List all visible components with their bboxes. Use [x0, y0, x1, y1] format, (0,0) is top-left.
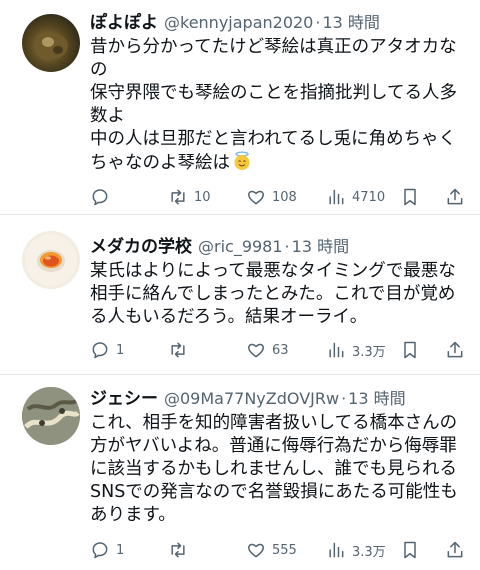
tweet-text-line: あります。: [90, 505, 176, 525]
tweet-text-line: 某氏はよりによって最悪なタイミングで最悪な: [90, 261, 456, 281]
tweet-text: これ、相手を知的障害者扱いしてる橋本さんの 方がヤバいよね。普通に侮辱行為だから…: [90, 412, 468, 527]
retweet-button[interactable]: [168, 338, 194, 362]
bookmark-icon: [404, 341, 416, 359]
share-icon: [447, 341, 463, 358]
share-icon: [447, 188, 463, 205]
timestamp[interactable]: 13 時間: [322, 9, 379, 33]
bookmark-button[interactable]: [400, 185, 420, 209]
views-button[interactable]: 3.3万: [326, 538, 386, 562]
bookmark-button[interactable]: [400, 538, 420, 562]
like-button[interactable]: 108: [246, 185, 297, 209]
bookmark-icon: [404, 188, 416, 206]
action-bar: 1 555 3.3万: [90, 538, 468, 562]
retweet-icon: [171, 342, 185, 358]
heart-icon: [247, 190, 265, 205]
like-button[interactable]: 555: [246, 538, 297, 562]
like-count: 108: [272, 189, 297, 205]
heart-icon: [247, 343, 265, 358]
reply-button[interactable]: [90, 185, 116, 209]
timestamp[interactable]: 13 時間: [292, 233, 349, 257]
reply-icon: [92, 189, 108, 206]
share-button[interactable]: [445, 338, 465, 362]
user-handle[interactable]: @kennyjapan2020: [164, 13, 313, 32]
user-handle[interactable]: @09Ma77NyZdOVJRw: [164, 389, 339, 408]
avatar[interactable]: [22, 231, 80, 289]
action-bar: 1 63 3.3万: [90, 338, 468, 362]
separator-dot: ·: [315, 13, 321, 32]
tweet-text-line: 昔から分かってたけど琴絵は真正のアタオカな: [90, 37, 457, 57]
avatar[interactable]: [22, 387, 80, 445]
share-button[interactable]: [445, 538, 465, 562]
reply-icon: [92, 342, 108, 359]
tweet-text-line: 方がヤバいよね。普通に侮辱行為だから侮辱罪: [90, 436, 457, 456]
heart-icon: [247, 543, 265, 558]
bookmark-button[interactable]: [400, 338, 420, 362]
display-name[interactable]: ジェシー: [90, 384, 158, 409]
display-name[interactable]: ぽよぽよ: [90, 8, 158, 33]
reply-button[interactable]: 1: [90, 338, 124, 362]
avatar[interactable]: [22, 14, 80, 72]
user-handle[interactable]: @ric_9981: [198, 237, 283, 256]
reply-icon: [92, 542, 108, 559]
bar-chart-icon: [329, 542, 344, 558]
bar-chart-icon: [329, 342, 344, 358]
tweet-1[interactable]: ぽよぽよ @kennyjapan2020 · 13 時間 昔から分かってたけど琴…: [0, 0, 480, 215]
retweet-icon: [171, 542, 185, 558]
tweet-text-line: 保守界隈でも琴絵のことを指摘批判してる人多: [90, 83, 457, 103]
tweet-text: 昔から分かってたけど琴絵は真正のアタオカな の 保守界隈でも琴絵のことを指摘批判…: [90, 36, 468, 175]
tweet-text-line: る人もいるだろう。結果オーライ。: [90, 307, 368, 327]
views-button[interactable]: 4710: [326, 185, 385, 209]
retweet-button[interactable]: [168, 538, 194, 562]
tweet-text-line: の: [90, 60, 108, 80]
bar-chart-icon: [329, 189, 344, 205]
like-count: 555: [272, 542, 297, 558]
avatar-image: [22, 387, 80, 445]
tweet-text-line: SNSでの発言なので名誉毀損にあたる可能性も: [90, 482, 458, 502]
view-count: 3.3万: [352, 544, 386, 560]
avatar-image: [25, 234, 77, 286]
like-count: 63: [272, 342, 289, 358]
separator-dot: ·: [341, 389, 347, 408]
reply-button[interactable]: 1: [90, 538, 124, 562]
like-button[interactable]: 63: [246, 338, 289, 362]
tweet-text-line: 相手に絡んでしまったとみた。これで目が覚め: [90, 284, 456, 304]
retweet-icon: [171, 189, 185, 205]
action-bar: 10 108 4710: [90, 185, 468, 209]
tweet-text: 某氏はよりによって最悪なタイミングで最悪な 相手に絡んでしまったとみた。これで目…: [90, 260, 468, 329]
tweet-3[interactable]: ジェシー @09Ma77NyZdOVJRw · 13 時間 これ、相手を知的障害…: [0, 375, 480, 570]
separator-dot: ·: [284, 237, 290, 256]
tweet-text-line: ちゃなのよ琴絵は: [90, 153, 230, 173]
view-count: 4710: [352, 189, 386, 205]
view-count: 3.3万: [352, 344, 386, 360]
tweet-2[interactable]: メダカの学校 @ric_9981 · 13 時間 某氏はよりによって最悪なタイミ…: [0, 215, 480, 375]
views-button[interactable]: 3.3万: [326, 338, 386, 362]
timestamp[interactable]: 13 時間: [348, 385, 405, 409]
display-name[interactable]: メダカの学校: [90, 232, 192, 257]
retweet-button[interactable]: 10: [168, 185, 211, 209]
share-icon: [447, 541, 463, 558]
tweet-text-line: 中の人は旦那だと言われてるし兎に角めちゃく: [90, 129, 457, 149]
share-button[interactable]: [445, 185, 465, 209]
avatar-image: [36, 33, 68, 59]
tweet-text-line: これ、相手を知的障害者扱いしてる橋本さんの: [90, 413, 458, 433]
retweet-count: 10: [194, 189, 211, 205]
reply-count: 1: [116, 342, 125, 358]
smiling-face-with-halo-emoji: [234, 151, 250, 170]
bookmark-icon: [404, 541, 416, 559]
reply-count: 1: [116, 542, 125, 558]
tweet-text-line: 数よ: [90, 106, 125, 126]
tweet-text-line: に該当するかもしれませんし、誰でも見られる: [90, 459, 457, 479]
tweet-text-line-last: ちゃなのよ琴絵は: [90, 151, 468, 175]
